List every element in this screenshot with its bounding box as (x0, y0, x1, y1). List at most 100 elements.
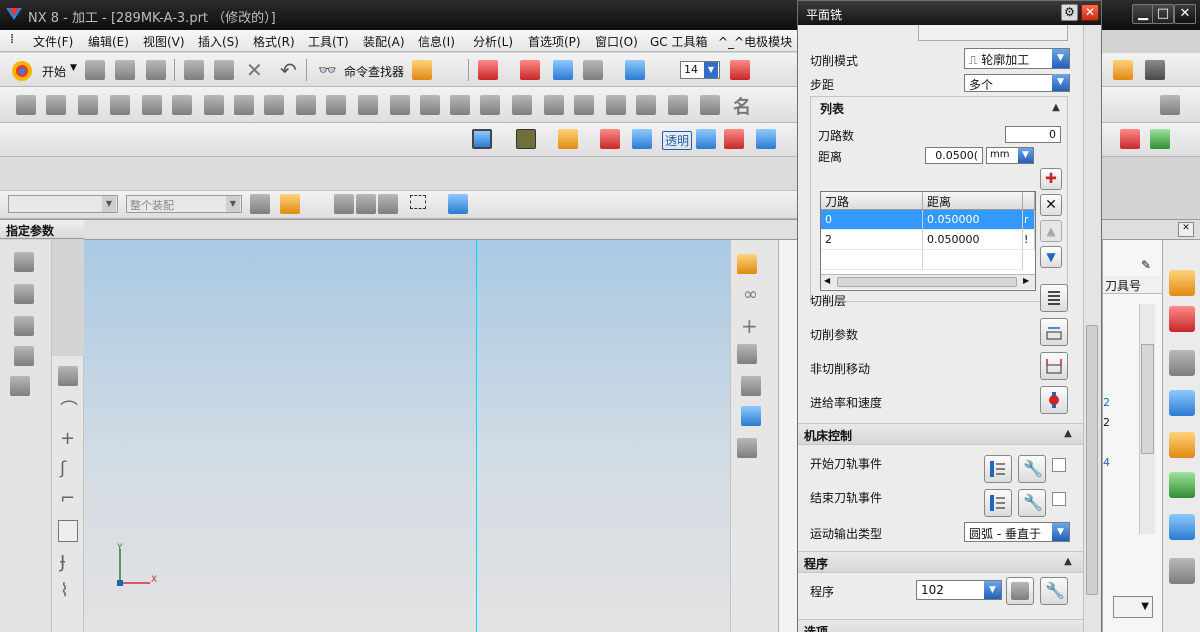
open-folder-icon[interactable] (115, 60, 135, 80)
menu-analysis[interactable]: 分析(L) (473, 33, 513, 50)
start-button[interactable]: 开始 (42, 63, 66, 80)
sew-icon[interactable] (574, 95, 594, 115)
pin-icon[interactable]: ✎ (1141, 258, 1151, 272)
navigator-scrollbar[interactable] (1139, 304, 1155, 534)
table-row[interactable]: 2 0.050000 ! (821, 230, 1035, 250)
navigator-expand-icon[interactable]: ▼ (1113, 596, 1153, 618)
offset-icon[interactable] (512, 95, 532, 115)
curve-analysis-icon[interactable] (1120, 129, 1140, 149)
solid-icon[interactable] (737, 438, 757, 458)
menu-edit[interactable]: 编辑(E) (88, 33, 129, 50)
menu-file[interactable]: 文件(F) (33, 33, 73, 50)
shaded-view-icon[interactable] (625, 60, 645, 80)
wrap-icon[interactable] (636, 95, 656, 115)
scroll-right-icon[interactable]: ▶ (1023, 276, 1029, 285)
plus-icon[interactable]: + (741, 314, 758, 338)
block-icon[interactable] (78, 95, 98, 115)
print-icon[interactable] (1145, 60, 1165, 80)
collapse-icon[interactable]: ▲ (1048, 100, 1064, 116)
check-icon[interactable] (326, 95, 346, 115)
new-file-icon[interactable] (85, 60, 105, 80)
chevron-down-icon[interactable]: ▼ (102, 196, 116, 212)
chevron-down-icon[interactable]: ▼ (226, 196, 240, 212)
horizontal-scrollbar[interactable]: ◀ ▶ (821, 274, 1035, 289)
new-program-button[interactable] (1006, 577, 1034, 605)
rotate-icon[interactable] (583, 60, 603, 80)
options-header[interactable]: 选项 (798, 619, 1083, 632)
menu-electrode-module[interactable]: ^_^电极模块 (718, 33, 792, 50)
method-view-icon[interactable] (1169, 390, 1195, 416)
table-header-distance[interactable]: 距离 (923, 192, 1023, 210)
program-wrench-button[interactable]: 🔧 (1040, 577, 1068, 605)
boss-icon[interactable] (172, 95, 192, 115)
part-navigator-icon[interactable] (14, 316, 34, 336)
start-event-edit-button[interactable] (984, 455, 1012, 483)
close-button[interactable]: ✕ (1174, 4, 1196, 24)
add-row-icon[interactable]: ✚ (1040, 168, 1062, 190)
blend-icon[interactable] (390, 95, 410, 115)
maximize-button[interactable]: □ (1152, 4, 1174, 24)
chamfer-icon[interactable] (420, 95, 440, 115)
arc-icon[interactable]: ⌐ (60, 488, 75, 509)
curve-icon[interactable]: Ɉ (60, 552, 65, 573)
menu-format[interactable]: 格式(R) (253, 33, 295, 50)
minimize-button[interactable]: ▁ (1132, 4, 1154, 24)
menu-tools[interactable]: 工具(T) (308, 33, 349, 50)
calculator-icon[interactable] (1150, 129, 1170, 149)
settings-gear-icon[interactable]: ⚙ (1061, 4, 1078, 21)
name-icon[interactable]: 名 (733, 93, 751, 119)
tool-view-icon[interactable] (1169, 432, 1195, 458)
color-swatch-icon[interactable] (516, 129, 536, 149)
frame-icon[interactable] (756, 129, 776, 149)
scrollbar-thumb[interactable] (1086, 325, 1098, 595)
end-event-checkbox[interactable] (1052, 492, 1066, 506)
roles-icon[interactable] (1169, 472, 1195, 498)
system-materials-icon[interactable] (1169, 558, 1195, 584)
chevron-down-icon[interactable]: ▼ (704, 62, 718, 78)
chain-icon[interactable]: ∞ (743, 284, 758, 305)
start-event-wrench-button[interactable]: 🔧 (1018, 455, 1046, 483)
sketch-icon[interactable] (58, 366, 78, 386)
zoom-icon[interactable] (520, 60, 540, 80)
menu-window[interactable]: 窗口(O) (595, 33, 638, 50)
move-down-icon[interactable]: ▼ (1040, 246, 1062, 268)
delete-icon[interactable]: ✕ (246, 58, 263, 82)
menu-view[interactable]: 视图(V) (143, 33, 185, 50)
transparent-button[interactable]: 透明 (662, 131, 693, 150)
spline-icon[interactable]: ʃ (60, 458, 66, 479)
select-body-icon[interactable] (334, 194, 354, 214)
rectangle-select-icon[interactable] (410, 195, 426, 209)
assembly-icon[interactable] (1160, 95, 1180, 115)
filter-icon[interactable] (250, 194, 270, 214)
end-event-edit-button[interactable] (984, 489, 1012, 517)
close-panel-icon[interactable]: ✕ (1178, 222, 1194, 237)
hole-icon[interactable] (142, 95, 162, 115)
collapse-icon[interactable]: ▲ (1060, 426, 1076, 442)
paste-icon[interactable] (214, 60, 234, 80)
show-hide-icon[interactable] (600, 129, 620, 149)
path-count-input[interactable]: 0 (1005, 126, 1061, 143)
render-style-icon[interactable] (737, 254, 757, 274)
cube-icon[interactable] (632, 129, 652, 149)
edit-object-icon[interactable] (558, 129, 578, 149)
save-icon[interactable] (146, 60, 166, 80)
shell-icon[interactable] (480, 95, 500, 115)
pocket-icon[interactable] (204, 95, 224, 115)
section-icon[interactable] (724, 129, 744, 149)
edit-display-icon[interactable] (412, 60, 432, 80)
coordinate-system-icon[interactable] (730, 60, 750, 80)
end-event-wrench-button[interactable]: 🔧 (1018, 489, 1046, 517)
feeds-speeds-button[interactable] (1040, 386, 1068, 414)
delete-row-icon[interactable]: ✕ (1040, 194, 1062, 216)
start-event-checkbox[interactable] (1052, 458, 1066, 472)
machine-control-header[interactable]: 机床控制 (798, 423, 1083, 445)
undo-icon[interactable]: ↶ (280, 58, 297, 82)
pattern-icon[interactable] (296, 95, 316, 115)
render-icon[interactable] (696, 129, 716, 149)
history-palette-icon[interactable] (1169, 514, 1195, 540)
collapse-icon[interactable]: ▲ (1060, 554, 1076, 570)
graphics-viewport[interactable]: Y X (84, 240, 730, 632)
box-icon[interactable] (741, 406, 761, 426)
chevron-down-icon[interactable]: ▼ (1018, 148, 1033, 163)
fit-view-icon[interactable] (478, 60, 498, 80)
